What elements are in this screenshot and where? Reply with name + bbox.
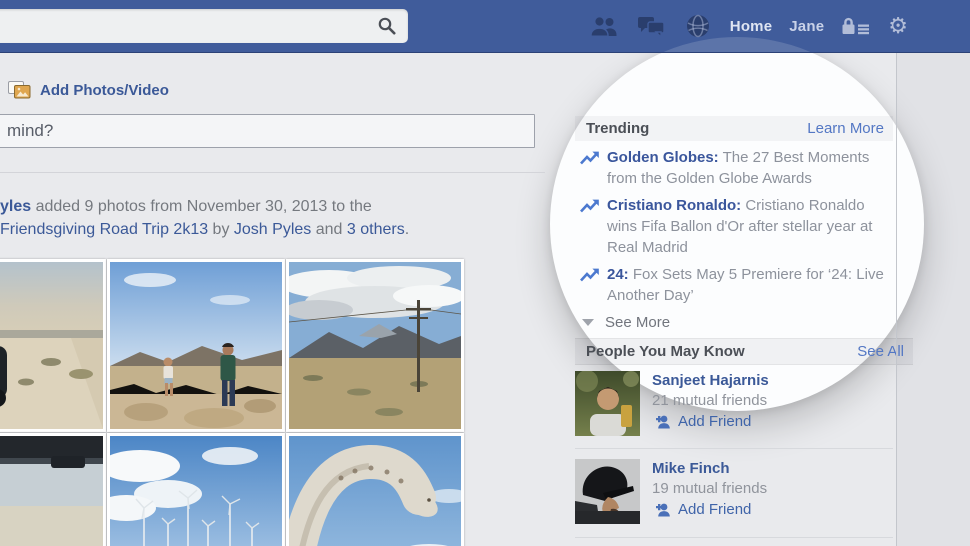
trending-list: Golden Globes: The 27 Best Moments from … — [575, 147, 893, 331]
trending-see-more[interactable]: See More — [582, 314, 893, 331]
trending-item[interactable]: Golden Globes: The 27 Best Moments from … — [575, 147, 893, 189]
add-friend-button[interactable]: Add Friend — [652, 501, 767, 518]
trending-topic: Golden Globes: — [607, 149, 719, 166]
post-album-link[interactable]: Friendsgiving Road Trip 2k13 — [0, 221, 208, 238]
pymk-suggestion: Sanjeet Hajarnis 21 mutual friends Add F… — [575, 371, 769, 436]
nav-home-link[interactable]: Home — [730, 18, 772, 35]
add-friend-button[interactable]: Add Friend — [652, 413, 769, 430]
post-photo-dinosaur-statue[interactable] — [286, 433, 464, 546]
add-friend-label: Add Friend — [678, 413, 751, 430]
pymk-suggestion-info: Sanjeet Hajarnis 21 mutual friends Add F… — [652, 371, 769, 436]
trending-arrow-icon — [580, 267, 600, 282]
friend-requests-icon[interactable] — [589, 11, 619, 41]
pymk-mutual-friends: 21 mutual friends — [652, 392, 769, 409]
trending-arrow-icon — [580, 150, 600, 165]
pymk-separator — [575, 537, 893, 538]
notifications-globe-icon[interactable] — [683, 11, 713, 41]
post-photo-suv-desert-road[interactable] — [0, 259, 106, 432]
person-plus-icon — [652, 502, 671, 517]
avatar-mike-finch[interactable] — [575, 459, 640, 524]
content-right-border — [896, 52, 897, 546]
pymk-title: People You May Know — [586, 343, 745, 360]
see-more-label: See More — [605, 314, 670, 331]
trending-item[interactable]: 24: Fox Sets May 5 Premiere for ‘24: Liv… — [575, 264, 893, 306]
add-photos-video-button[interactable]: Add Photos/Video — [8, 81, 169, 99]
feed-column: Add Photos/Video yles added 9 photos fro… — [0, 52, 545, 546]
privacy-shortcuts-lock-icon[interactable] — [841, 11, 871, 41]
post-photo-driving-car[interactable] — [0, 433, 106, 546]
trending-item[interactable]: Cristiano Ronaldo: Cristiano Ronaldo win… — [575, 195, 893, 258]
trending-item-text: Cristiano Ronaldo: Cristiano Ronaldo win… — [607, 195, 889, 258]
post-story-line2: Friendsgiving Road Trip 2k13 by Josh Pyl… — [0, 218, 525, 241]
avatar-sanjeet-hajarnis[interactable] — [575, 371, 640, 436]
pymk-separator — [575, 448, 893, 449]
post-story-text: yles added 9 photos from November 30, 20… — [0, 195, 525, 241]
trending-section: Trending Learn More Golden Globes: The 2… — [575, 116, 893, 331]
post-author-name-link[interactable]: Josh Pyles — [234, 221, 311, 238]
nav-profile-link[interactable]: Jane — [789, 18, 824, 35]
pymk-header: People You May Know See All — [575, 338, 913, 365]
pymk-mutual-friends: 19 mutual friends — [652, 480, 767, 497]
search-input[interactable] — [10, 9, 364, 45]
trending-learn-more-link[interactable]: Learn More — [807, 120, 884, 137]
caret-down-icon — [582, 319, 594, 326]
top-nav-bar: Home Jane ⚙ — [0, 0, 970, 53]
post-others-link[interactable]: 3 others — [347, 221, 405, 238]
nav-right-cluster: Home Jane ⚙ — [589, 0, 908, 52]
add-photos-video-label: Add Photos/Video — [40, 82, 169, 99]
status-update-input[interactable] — [0, 114, 535, 148]
settings-gear-icon[interactable]: ⚙ — [888, 15, 908, 37]
trending-item-text: Golden Globes: The 27 Best Moments from … — [607, 147, 889, 189]
trending-item-text: 24: Fox Sets May 5 Premiere for ‘24: Liv… — [607, 264, 889, 306]
pymk-person-name[interactable]: Sanjeet Hajarnis — [652, 372, 769, 389]
trending-title: Trending — [586, 120, 649, 137]
composer-divider — [0, 172, 545, 173]
add-friend-label: Add Friend — [678, 501, 751, 518]
search-box[interactable] — [0, 9, 408, 43]
search-icon[interactable] — [378, 17, 396, 35]
facebook-page: Home Jane ⚙ — [0, 0, 970, 546]
trending-header: Trending Learn More — [575, 116, 893, 141]
trending-arrow-icon — [580, 198, 600, 213]
messages-icon[interactable] — [636, 11, 666, 41]
pymk-person-name[interactable]: Mike Finch — [652, 460, 767, 477]
trending-topic: Cristiano Ronaldo: — [607, 197, 741, 214]
post-photo-people-on-rocks[interactable] — [107, 259, 285, 432]
post-photo-wind-turbines[interactable] — [107, 433, 285, 546]
post-story-line1: yles added 9 photos from November 30, 20… — [0, 195, 525, 218]
pymk-suggestion: Mike Finch 19 mutual friends Add Friend — [575, 459, 767, 524]
person-plus-icon — [652, 414, 671, 429]
post-photo-mountain-clouds[interactable] — [286, 259, 464, 432]
trending-topic: 24: — [607, 266, 629, 283]
photo-stack-icon — [8, 81, 31, 99]
post-author-link[interactable]: yles — [0, 198, 31, 215]
pymk-suggestion-info: Mike Finch 19 mutual friends Add Friend — [652, 459, 767, 524]
